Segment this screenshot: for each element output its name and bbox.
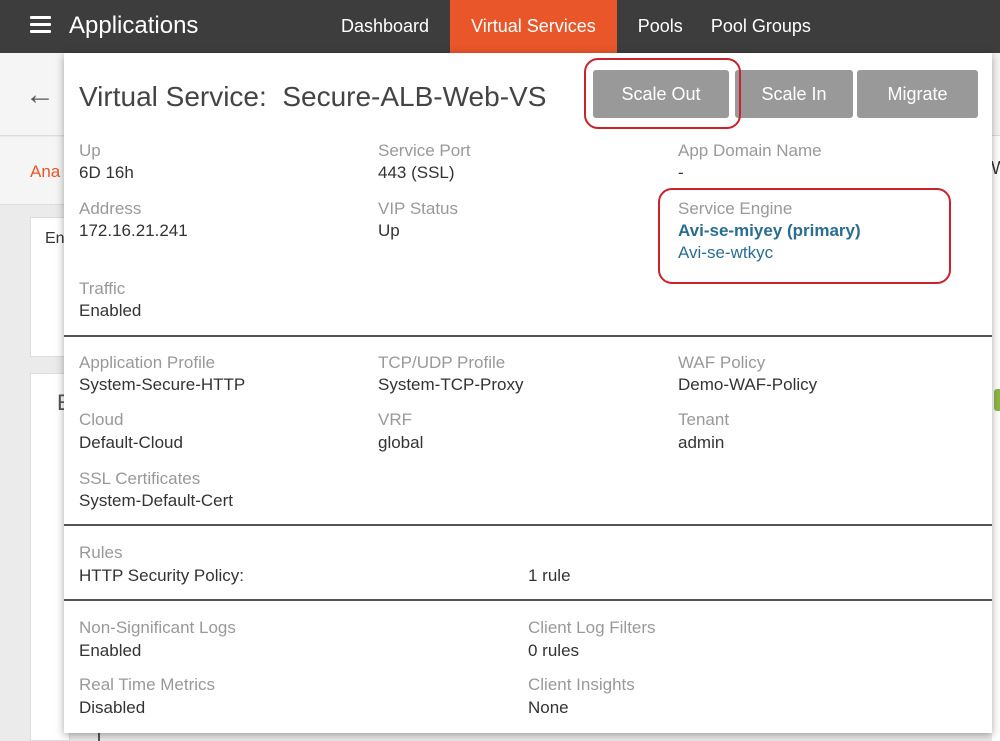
up-label: Up (79, 141, 101, 160)
background-right-text: W (991, 158, 1000, 178)
cloud-label: Cloud (79, 410, 124, 429)
client-insights-label: Client Insights (528, 675, 635, 694)
http-security-policy-label: HTTP Security Policy: (79, 566, 245, 585)
client-log-filters-value: 0 rules (528, 641, 580, 660)
scale-in-button[interactable]: Scale In (735, 70, 853, 118)
real-time-metrics-label: Real Time Metrics (79, 675, 216, 694)
service-port-value: 443 (SSL) (378, 163, 455, 182)
app-title[interactable]: Applications (69, 12, 198, 40)
real-time-metrics-value: Disabled (79, 698, 146, 717)
app-domain-label: App Domain Name (678, 141, 822, 160)
section-divider (64, 524, 992, 526)
tcp-udp-profile-label: TCP/UDP Profile (378, 353, 506, 372)
service-engine-highlight (658, 188, 951, 284)
background-card-text: En (45, 230, 65, 247)
address-value: 172.16.21.241 (79, 221, 188, 240)
cloud-value: Default-Cloud (79, 433, 183, 452)
top-nav-bar: Applications Dashboard Virtual Services … (0, 0, 1000, 53)
ssl-certificates-label: SSL Certificates (79, 469, 201, 488)
nav-virtual-services[interactable]: Virtual Services (450, 0, 617, 53)
tenant-value: admin (678, 433, 725, 452)
waf-policy-value: Demo-WAF-Policy (678, 375, 818, 394)
client-log-filters-label: Client Log Filters (528, 618, 656, 637)
background-right-strip (992, 136, 1000, 741)
vrf-label: VRF (378, 410, 412, 429)
client-insights-value: None (528, 698, 569, 717)
address-label: Address (79, 199, 142, 218)
vip-status-value: Up (378, 221, 400, 240)
tab-analytics-partial[interactable]: Ana (30, 162, 60, 182)
status-badge (994, 389, 1000, 411)
tcp-udp-profile-value: System-TCP-Proxy (378, 375, 524, 394)
nav-pool-groups[interactable]: Pool Groups (704, 0, 832, 53)
traffic-label: Traffic (79, 279, 126, 298)
back-arrow-icon[interactable]: ← (25, 78, 55, 112)
migrate-button[interactable]: Migrate (857, 70, 978, 118)
app-domain-value: - (678, 163, 684, 182)
ssl-certificates-value: System-Default-Cert (79, 491, 233, 510)
section-divider (64, 599, 992, 601)
nav-dashboard[interactable]: Dashboard (320, 0, 450, 53)
app-profile-value: System-Secure-HTTP (79, 375, 246, 394)
tenant-label: Tenant (678, 410, 730, 429)
nav-pools[interactable]: Pools (617, 0, 704, 53)
virtual-service-popover: Virtual Service: Secure-ALB-Web-VS Scale… (64, 53, 992, 733)
scale-out-highlight (584, 58, 741, 129)
main-nav: Dashboard Virtual Services Pools Pool Gr… (320, 0, 832, 53)
page-title: Virtual Service: Secure-ALB-Web-VS (79, 81, 547, 112)
rules-label: Rules (79, 543, 123, 562)
waf-policy-label: WAF Policy (678, 353, 766, 372)
traffic-value: Enabled (79, 301, 142, 320)
vip-status-label: VIP Status (378, 199, 459, 218)
hamburger-menu-icon[interactable] (30, 16, 51, 33)
section-divider (64, 335, 992, 337)
non-significant-logs-label: Non-Significant Logs (79, 618, 236, 637)
app-profile-label: Application Profile (79, 353, 216, 372)
non-significant-logs-value: Enabled (79, 641, 142, 660)
up-value: 6D 16h (79, 163, 134, 182)
vrf-value: global (378, 433, 424, 452)
http-security-policy-value: 1 rule (528, 566, 571, 585)
service-port-label: Service Port (378, 141, 471, 160)
